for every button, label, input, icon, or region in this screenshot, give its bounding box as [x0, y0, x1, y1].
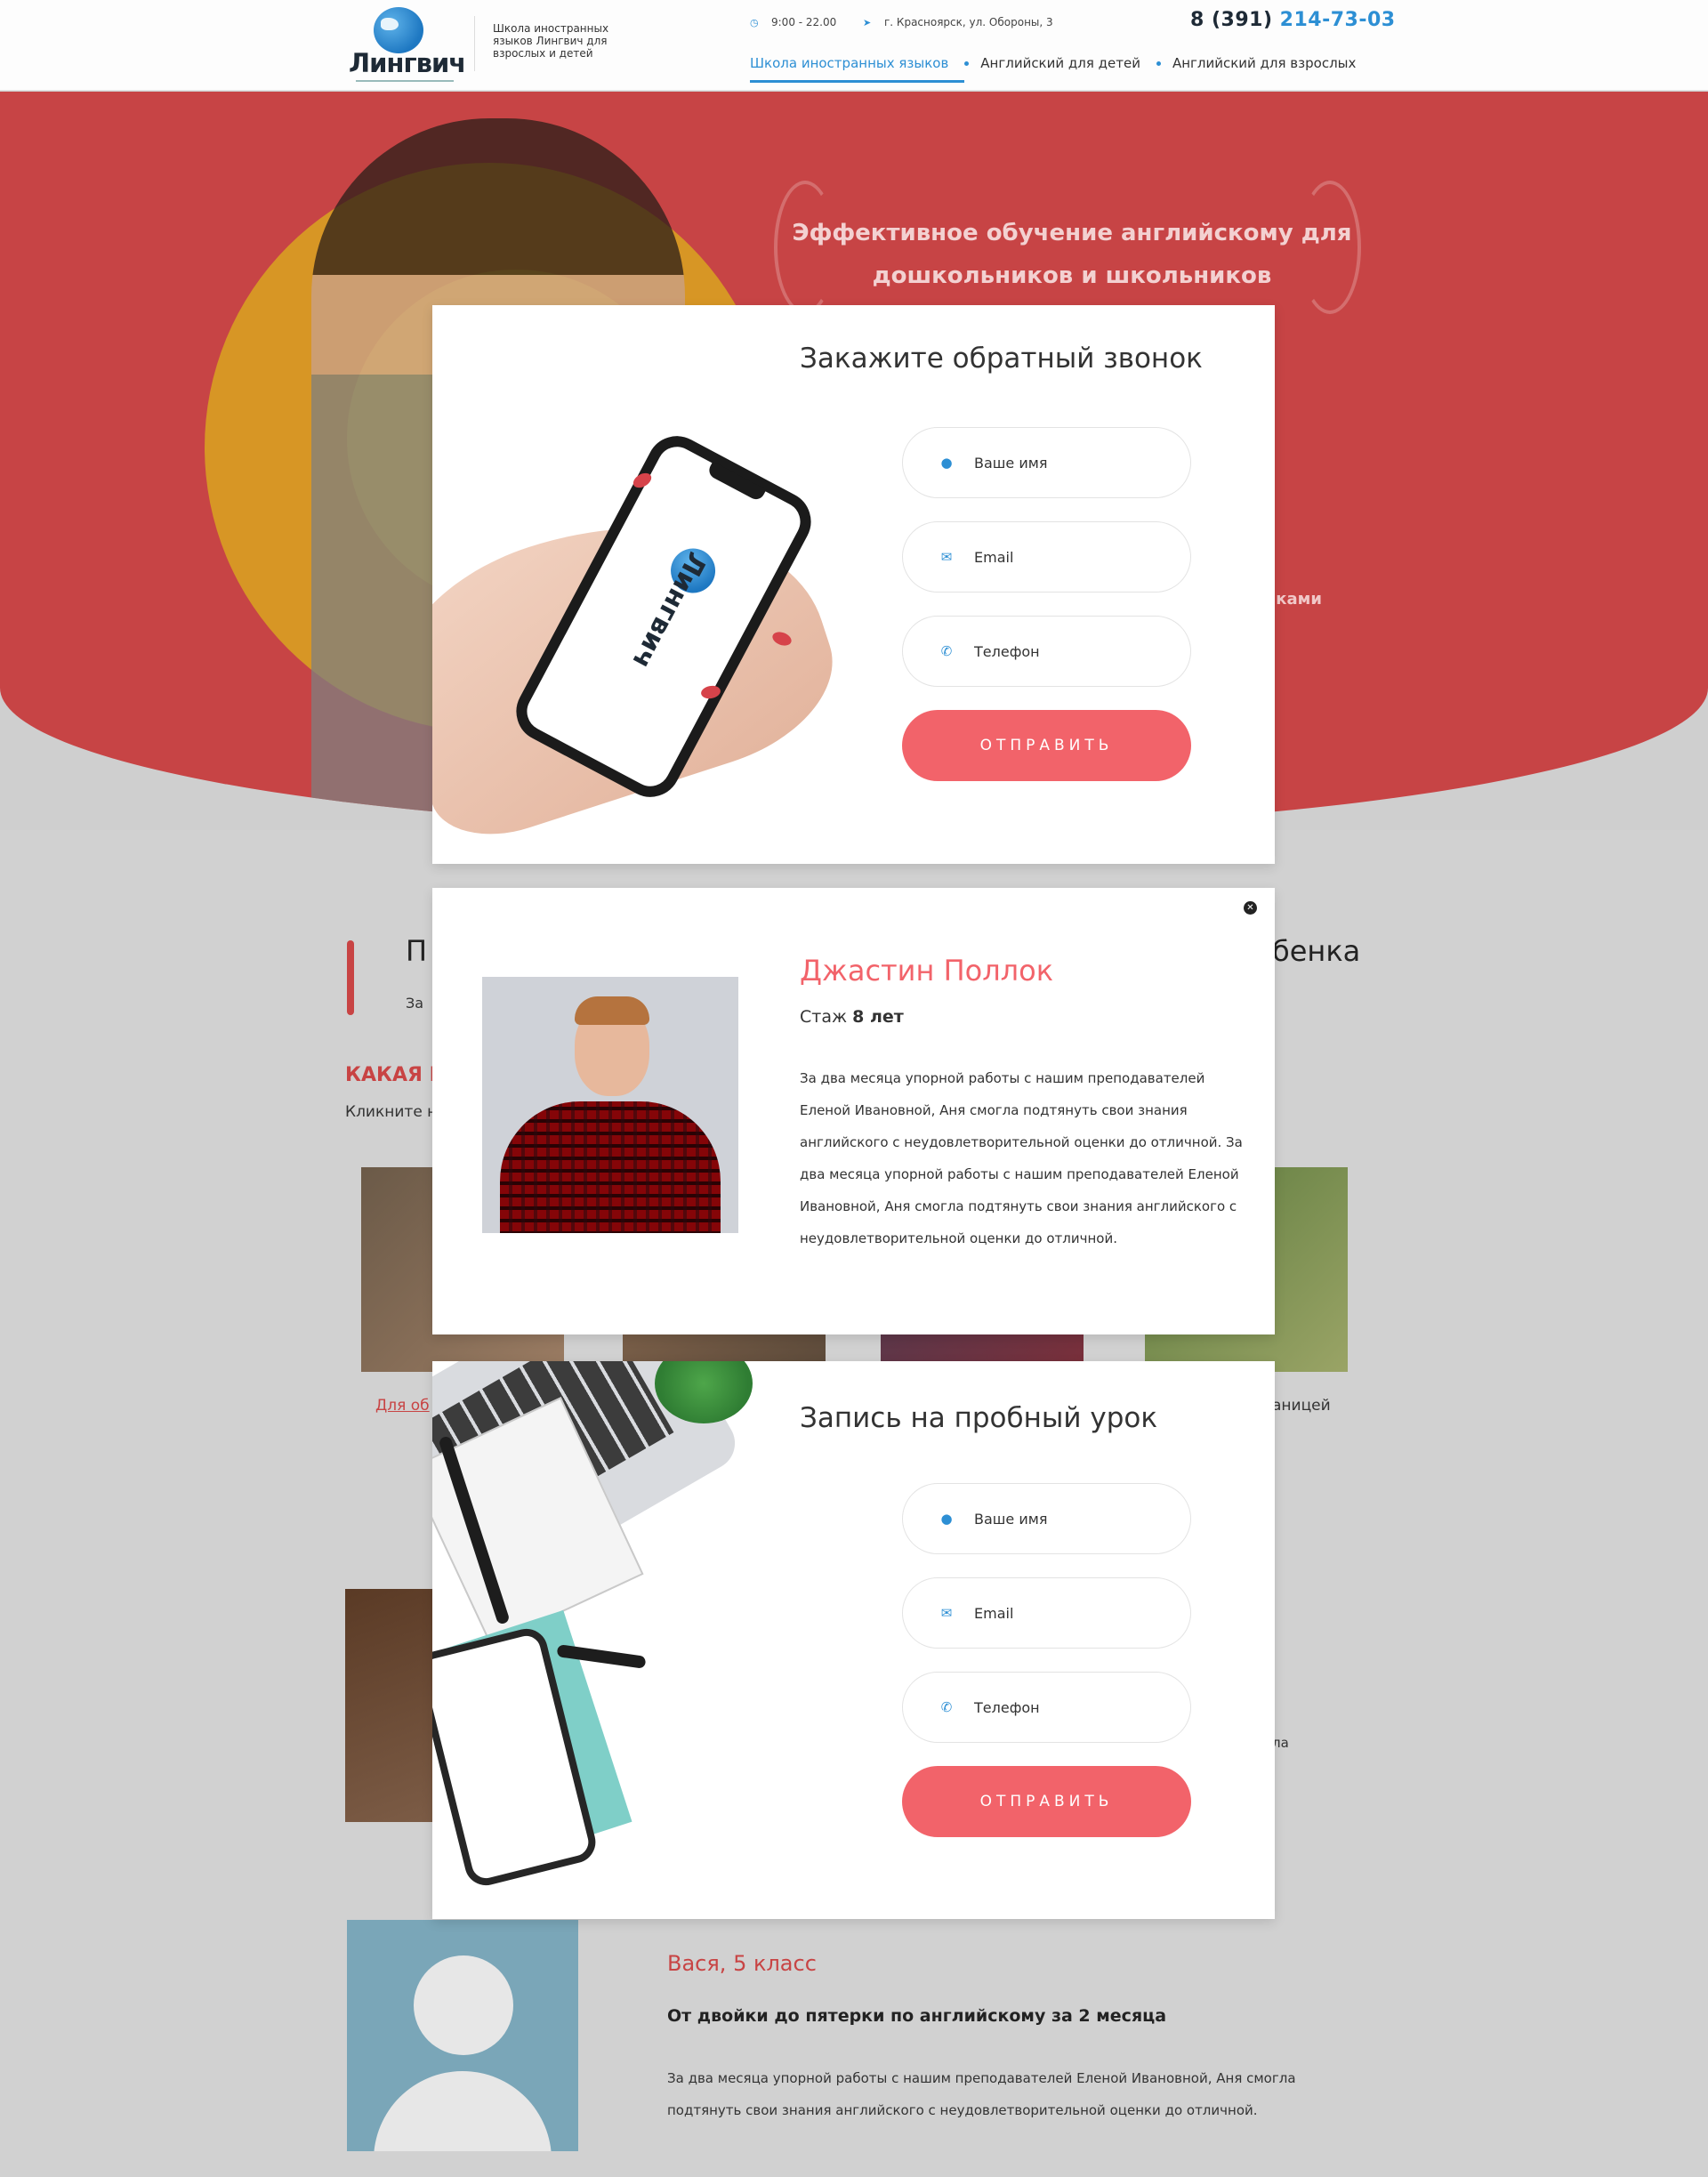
phone-field[interactable]: ✆ — [902, 1672, 1191, 1743]
review-name: Вася, 5 класс — [667, 1951, 817, 1976]
review-photo-fragment — [345, 1589, 434, 1822]
user-icon: ● — [940, 1511, 953, 1527]
submit-button[interactable]: ОТПРАВИТЬ — [902, 1766, 1191, 1837]
phone-input[interactable] — [974, 642, 1170, 660]
envelope-icon: ✉ — [940, 1605, 953, 1621]
trial-title: Запись на пробный урок — [800, 1402, 1158, 1434]
teacher-modal: ✕ Джастин Поллок Стаж 8 лет За два месяц… — [432, 888, 1275, 1334]
email-input[interactable] — [974, 548, 1170, 566]
card-text-fragment: аницей — [1272, 1397, 1331, 1415]
phone-field[interactable]: ✆ — [902, 616, 1191, 687]
teacher-photo — [482, 977, 738, 1233]
section-title-fragment: П — [406, 934, 428, 968]
header-divider — [474, 16, 475, 71]
header-phone[interactable]: 8 (391) 214-73-03 — [1190, 9, 1396, 31]
phone-input[interactable] — [974, 1698, 1170, 1716]
section-subtitle-fragment: За — [406, 995, 424, 1012]
close-icon[interactable]: ✕ — [1244, 901, 1257, 915]
email-field[interactable]: ✉ — [902, 1577, 1191, 1649]
nav-item-kids[interactable]: Английский для детей — [964, 55, 1156, 83]
nav-item-adults[interactable]: Английский для взрослых — [1156, 55, 1372, 83]
email-field[interactable]: ✉ — [902, 521, 1191, 593]
submit-button[interactable]: ОТПРАВИТЬ — [902, 710, 1191, 781]
main-nav: Школа иностранных языков Английский для … — [750, 55, 1372, 83]
card-link-fragment[interactable]: Для об — [375, 1397, 430, 1415]
logo-text: Лингвич — [349, 48, 466, 78]
avatar — [347, 1920, 578, 2151]
email-input[interactable] — [974, 1604, 1170, 1622]
phone-icon: ✆ — [940, 1699, 953, 1715]
experience-label: Стаж — [800, 1007, 848, 1027]
phone-notch — [705, 461, 767, 503]
phone-prefix: 8 (391) — [1190, 9, 1273, 31]
site-header: Лингвич Школа иностранных языков Лингвич… — [0, 0, 1708, 91]
nav-item-school[interactable]: Школа иностранных языков — [750, 55, 965, 83]
teacher-shirt — [500, 1101, 721, 1233]
location-arrow-icon: ➤ — [863, 17, 872, 28]
clock-icon: ◷ — [750, 17, 759, 28]
subsection-hint-fragment: Кликните н — [345, 1103, 438, 1121]
teacher-name: Джастин Поллок — [800, 954, 1054, 988]
envelope-icon: ✉ — [940, 549, 953, 565]
address: ➤ г. Красноярск, ул. Обороны, 3 — [863, 16, 1053, 28]
section-accent-bar — [347, 940, 354, 1015]
review-text: За два месяца упорной работы с нашим пре… — [667, 2070, 1296, 2118]
user-icon: ● — [940, 455, 953, 471]
working-hours: ◷ 9:00 - 22.00 — [750, 16, 836, 28]
phone-icon: ✆ — [940, 643, 953, 659]
logo-subline — [356, 80, 454, 82]
section-title-fragment-right: бенка — [1272, 934, 1361, 968]
site-logo[interactable]: Лингвич — [347, 5, 466, 85]
avatar-body — [374, 2071, 552, 2151]
teacher-experience: Стаж 8 лет — [800, 1007, 904, 1027]
hero-title: Эффективное обучение английскому для дош… — [792, 220, 1352, 289]
globe-icon — [374, 7, 423, 53]
hours-text: 9:00 - 22.00 — [771, 16, 837, 28]
teacher-bio: За два месяца упорной работы с нашим пре… — [800, 1070, 1243, 1246]
trial-lesson-modal: Запись на пробный урок ● ✉ ✆ ОТПРАВИТЬ — [432, 1361, 1275, 1919]
name-field[interactable]: ● — [902, 1483, 1191, 1554]
address-text: г. Красноярск, ул. Обороны, 3 — [884, 16, 1053, 28]
callback-modal: Лингвич Закажите обратный звонок ● ✉ ✆ О… — [432, 305, 1275, 864]
name-input[interactable] — [974, 454, 1170, 472]
review-headline: От двойки до пятерки по английскому за 2… — [667, 2006, 1167, 2026]
callback-title: Закажите обратный звонок — [800, 343, 1203, 375]
avatar-head — [414, 1955, 513, 2055]
header-tagline: Школа иностранных языков Лингвич для взр… — [493, 22, 609, 60]
experience-value: 8 лет — [852, 1007, 904, 1027]
name-field[interactable]: ● — [902, 427, 1191, 498]
phone-number: 214-73-03 — [1279, 9, 1396, 31]
teacher-hair — [575, 996, 649, 1025]
name-input[interactable] — [974, 1510, 1170, 1528]
